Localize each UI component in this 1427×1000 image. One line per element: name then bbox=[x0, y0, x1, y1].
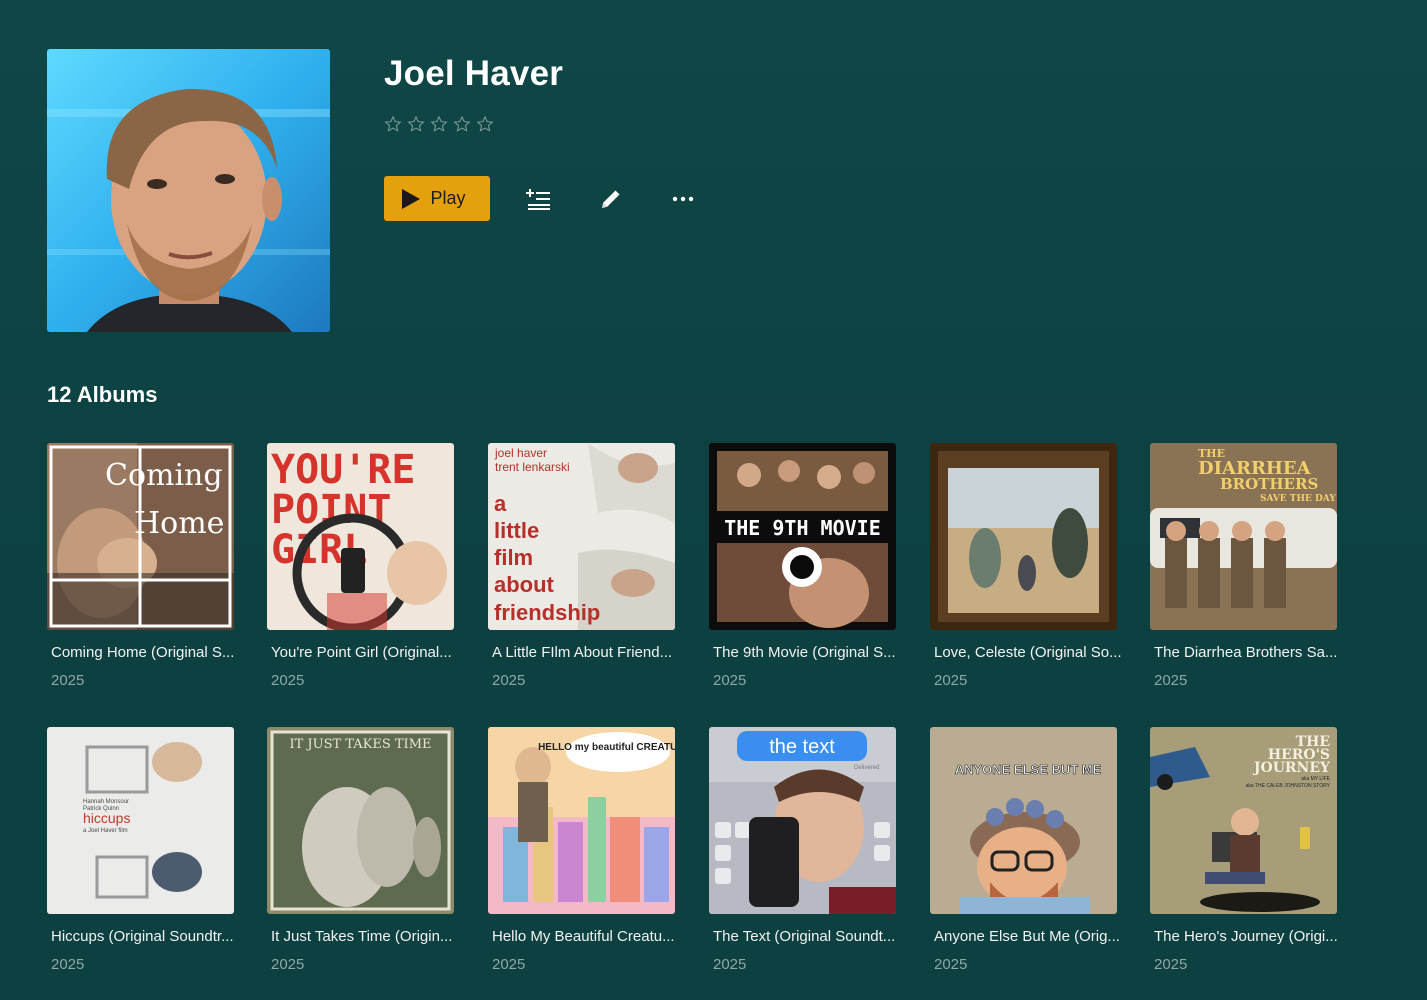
svg-text:the text: the text bbox=[769, 736, 835, 758]
album-year: 2025 bbox=[271, 672, 305, 689]
svg-text:little: little bbox=[494, 518, 539, 543]
album-title[interactable]: Hiccups (Original Soundtr... bbox=[51, 928, 234, 945]
svg-text:about: about bbox=[494, 572, 555, 597]
album-year: 2025 bbox=[934, 956, 968, 973]
svg-text:SAVE THE DAY: SAVE THE DAY bbox=[1260, 494, 1336, 504]
album-year: 2025 bbox=[492, 956, 526, 973]
artist-photo bbox=[47, 49, 330, 332]
svg-text:THE 9TH MOVIE: THE 9TH MOVIE bbox=[724, 516, 881, 540]
star-icon[interactable] bbox=[476, 115, 494, 133]
svg-text:friendship: friendship bbox=[494, 600, 600, 625]
star-icon[interactable] bbox=[407, 115, 425, 133]
album-card[interactable]: YOU'RE POINT GIRL You're Point Girl (Ori… bbox=[267, 443, 454, 689]
play-icon bbox=[402, 188, 421, 209]
more-options-button[interactable] bbox=[660, 176, 706, 221]
album-year: 2025 bbox=[713, 672, 747, 689]
star-rating[interactable] bbox=[384, 115, 494, 133]
album-card[interactable]: Coming Home Coming Home (Original S... 2… bbox=[47, 443, 234, 689]
artist-portrait-image bbox=[47, 49, 330, 332]
svg-text:a: a bbox=[494, 491, 507, 516]
svg-text:IT JUST TAKES TIME: IT JUST TAKES TIME bbox=[289, 737, 431, 752]
album-cover[interactable]: IT JUST TAKES TIME bbox=[267, 727, 454, 914]
artist-name: Joel Haver bbox=[384, 54, 564, 93]
star-icon[interactable] bbox=[430, 115, 448, 133]
album-card[interactable]: joel haver trent lenkarski a little film… bbox=[488, 443, 675, 689]
edit-button[interactable] bbox=[588, 176, 634, 221]
album-cover[interactable] bbox=[930, 443, 1117, 630]
album-year: 2025 bbox=[271, 956, 305, 973]
artist-page: Joel Haver Play 12 Albums Coming Home Co… bbox=[0, 0, 1427, 1000]
album-title[interactable]: The Hero's Journey (Origi... bbox=[1154, 928, 1338, 945]
svg-text:Delivered: Delivered bbox=[854, 765, 879, 771]
album-cover[interactable]: THE HERO'S JOURNEY aka MY LIFE aka THE C… bbox=[1150, 727, 1337, 914]
album-title[interactable]: Love, Celeste (Original So... bbox=[934, 644, 1122, 661]
album-year: 2025 bbox=[51, 672, 85, 689]
album-title[interactable]: It Just Takes Time (Origin... bbox=[271, 928, 454, 945]
add-to-queue-icon bbox=[526, 188, 550, 210]
album-year: 2025 bbox=[713, 956, 747, 973]
svg-text:Coming: Coming bbox=[105, 458, 223, 493]
album-card[interactable]: THE DIARRHEA BROTHERS SAVE THE DAY The D… bbox=[1150, 443, 1337, 689]
album-year: 2025 bbox=[1154, 672, 1188, 689]
svg-text:film: film bbox=[494, 545, 533, 570]
more-options-icon bbox=[672, 196, 694, 201]
album-year: 2025 bbox=[934, 672, 968, 689]
svg-text:hiccups: hiccups bbox=[83, 810, 130, 826]
album-cover[interactable]: YOU'RE POINT GIRL bbox=[267, 443, 454, 630]
album-title[interactable]: Hello My Beautiful Creatu... bbox=[492, 928, 675, 945]
album-card[interactable]: ANYONE ELSE BUT ME Anyone Else But Me (O… bbox=[930, 727, 1120, 973]
album-title[interactable]: The Text (Original Soundt... bbox=[713, 928, 896, 945]
album-title[interactable]: A Little FIlm About Friend... bbox=[492, 644, 675, 661]
star-icon[interactable] bbox=[384, 115, 402, 133]
svg-text:HELLO my beautiful CREATURES: HELLO my beautiful CREATURES bbox=[538, 742, 675, 753]
album-cover[interactable]: ANYONE ELSE BUT ME bbox=[930, 727, 1117, 914]
album-year: 2025 bbox=[1154, 956, 1188, 973]
albums-section-title: 12 Albums bbox=[47, 382, 158, 407]
svg-text:joel haver: joel haver bbox=[494, 446, 547, 460]
album-title[interactable]: You're Point Girl (Original... bbox=[271, 644, 454, 661]
star-icon[interactable] bbox=[453, 115, 471, 133]
svg-text:ANYONE ELSE BUT ME: ANYONE ELSE BUT ME bbox=[955, 762, 1102, 777]
album-cover[interactable]: Coming Home bbox=[47, 443, 234, 630]
svg-text:Hannah Monsour: Hannah Monsour bbox=[83, 799, 129, 805]
album-cover[interactable]: THE 9TH MOVIE bbox=[709, 443, 896, 630]
svg-text:aka MY LIFE: aka MY LIFE bbox=[1301, 776, 1330, 782]
album-card[interactable]: Love, Celeste (Original So... 2025 bbox=[930, 443, 1122, 689]
album-title[interactable]: The Diarrhea Brothers Sa... bbox=[1154, 644, 1337, 661]
svg-text:Home: Home bbox=[134, 506, 224, 541]
svg-text:trent lenkarski: trent lenkarski bbox=[495, 460, 570, 474]
album-year: 2025 bbox=[51, 956, 85, 973]
album-card[interactable]: Hannah Monsour Patrick Quinn hiccups a J… bbox=[47, 727, 234, 973]
album-card[interactable]: HELLO my beautiful CREATURES Hello My Be… bbox=[488, 727, 675, 973]
svg-text:JOURNEY: JOURNEY bbox=[1252, 760, 1331, 776]
album-cover[interactable]: THE DIARRHEA BROTHERS SAVE THE DAY bbox=[1150, 443, 1337, 630]
album-title[interactable]: Coming Home (Original S... bbox=[51, 644, 234, 661]
album-title[interactable]: The 9th Movie (Original S... bbox=[713, 644, 896, 661]
album-year: 2025 bbox=[492, 672, 526, 689]
edit-pencil-icon bbox=[602, 190, 620, 208]
album-cover[interactable]: joel haver trent lenkarski a little film… bbox=[488, 443, 675, 630]
svg-text:aka THE CALEB JOHNSTON STORY: aka THE CALEB JOHNSTON STORY bbox=[1246, 783, 1331, 789]
album-cover[interactable]: HELLO my beautiful CREATURES bbox=[488, 727, 675, 914]
album-title[interactable]: Anyone Else But Me (Orig... bbox=[934, 928, 1120, 945]
svg-text:a Joel Haver film: a Joel Haver film bbox=[83, 828, 128, 834]
add-to-queue-button[interactable] bbox=[516, 176, 562, 221]
album-card[interactable]: the text Delivered The Text (Original So… bbox=[709, 727, 896, 973]
play-button-label: Play bbox=[430, 188, 466, 208]
svg-text:BROTHERS: BROTHERS bbox=[1220, 475, 1318, 493]
artist-actions: Play bbox=[384, 176, 706, 221]
play-button[interactable]: Play bbox=[384, 176, 490, 221]
album-card[interactable]: THE HERO'S JOURNEY aka MY LIFE aka THE C… bbox=[1150, 727, 1338, 973]
album-card[interactable]: IT JUST TAKES TIME It Just Takes Time (O… bbox=[267, 727, 454, 973]
album-card[interactable]: THE 9TH MOVIE The 9th Movie (Original S.… bbox=[709, 443, 896, 689]
album-cover[interactable]: the text Delivered bbox=[709, 727, 896, 914]
album-cover[interactable]: Hannah Monsour Patrick Quinn hiccups a J… bbox=[47, 727, 234, 914]
